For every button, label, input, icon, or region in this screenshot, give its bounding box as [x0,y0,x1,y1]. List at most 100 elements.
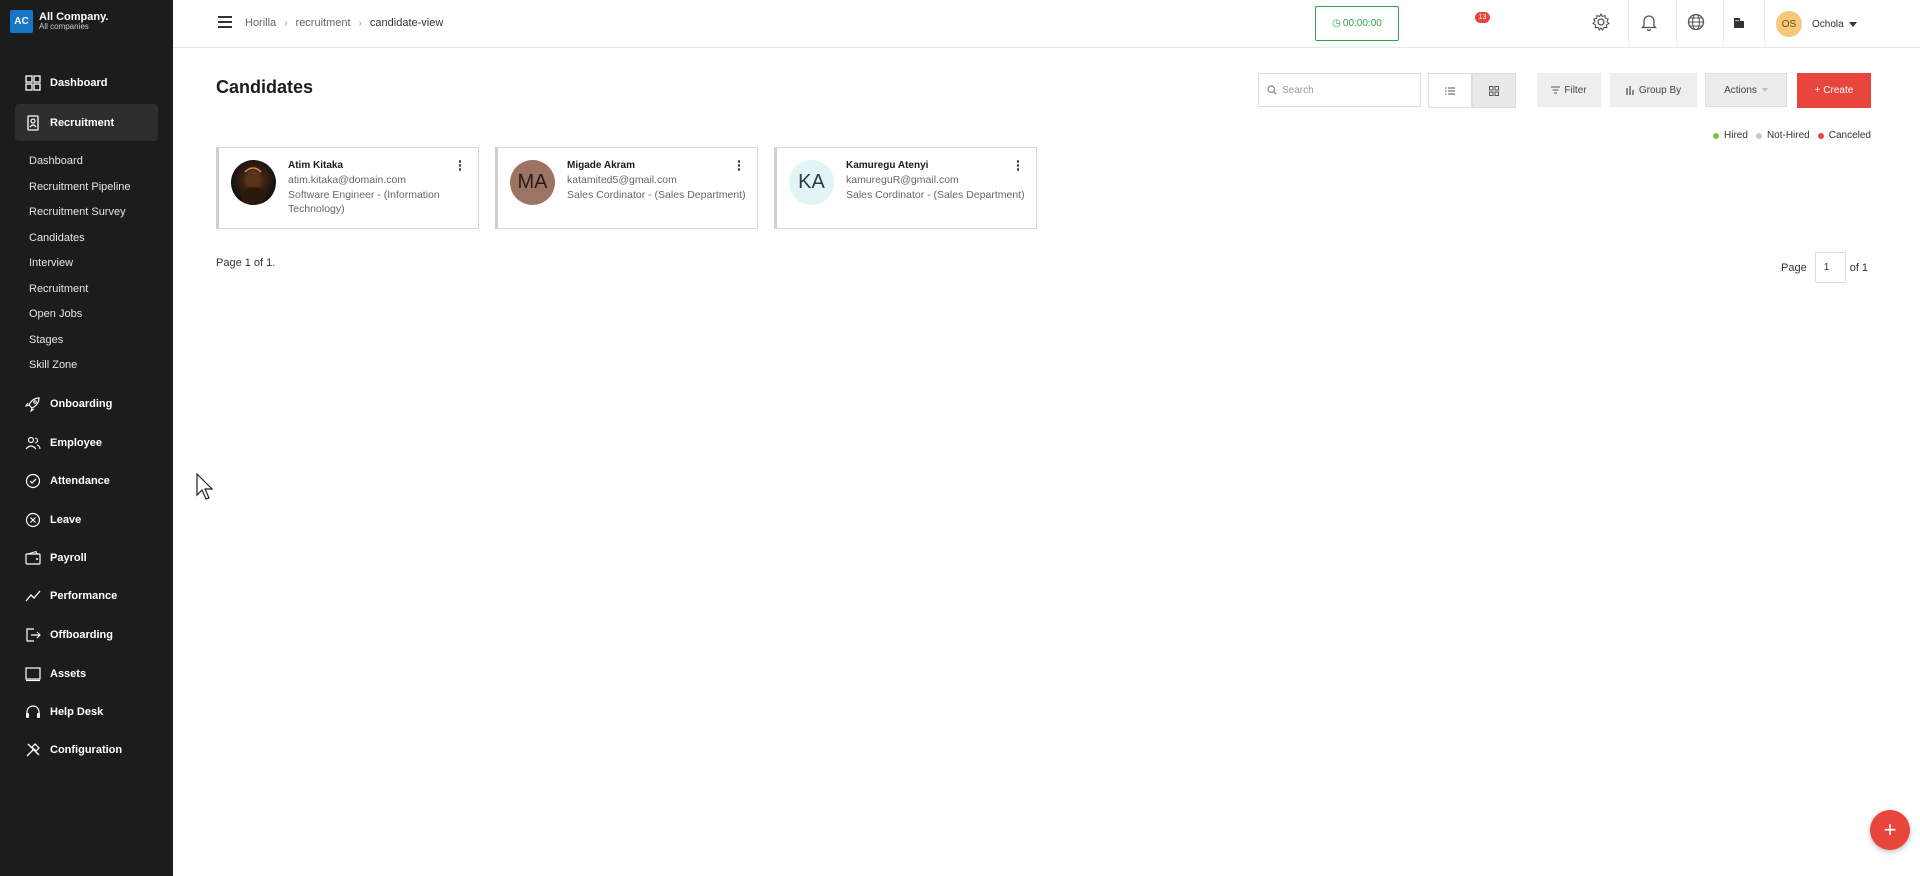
kebab-menu-icon[interactable] [457,160,463,174]
avatar: OS [1776,11,1802,37]
kebab-menu-icon[interactable] [736,160,742,174]
sidebar-item-performance[interactable]: Performance [15,577,158,614]
topbar-divider [1628,0,1629,48]
globe-icon[interactable] [1686,12,1706,32]
tools-icon [26,742,40,756]
sidebar-subitem-open-jobs[interactable]: Open Jobs [29,308,82,320]
sidebar-item-label: Employee [50,436,102,449]
gear-icon[interactable] [1591,12,1611,32]
candidate-email: atim.kitaka@domain.com [288,174,407,186]
exit-icon [26,627,41,642]
quick-add-button[interactable]: + [1870,810,1910,850]
list-icon [1445,87,1455,94]
legend-item-canceled[interactable]: Canceled [1817,130,1871,141]
search-icon [1267,85,1277,95]
breadcrumb-item-recruitment[interactable]: recruitment [296,17,351,29]
candidate-email: kamureguR@gmail.com [846,174,959,186]
notification-badge: 13 [1475,12,1490,23]
candidate-job: Sales Cordinator - (Sales Department) [846,189,1025,201]
filter-button[interactable]: Filter [1537,73,1601,107]
bell-icon[interactable] [1639,12,1659,32]
plus-icon: + [1883,817,1897,842]
list-view-button[interactable] [1428,73,1472,108]
search-input[interactable] [1282,84,1412,96]
breadcrumb-item-current: candidate-view [369,17,444,29]
candidate-photo [231,160,276,205]
candidate-name: Migade Akram [567,160,635,171]
create-button[interactable]: + Create [1797,73,1871,108]
sidebar-item-label: Assets [50,667,87,680]
chevron-right-icon: › [284,17,288,29]
sidebar-item-onboarding[interactable]: Onboarding [15,385,158,422]
topbar-divider [1676,0,1677,48]
legend-label: Canceled [1828,130,1871,141]
sidebar-subitem-recruitment-survey[interactable]: Recruitment Survey [29,206,126,218]
sidebar-item-label: Help Desk [50,705,104,718]
sidebar-item-label: Offboarding [50,628,113,641]
actions-label: Actions [1724,84,1757,96]
sidebar-item-payroll[interactable]: Payroll [15,539,158,576]
sidebar-item-label: Dashboard [50,76,108,89]
topbar-divider [1723,0,1724,48]
sidebar-subitem-recruitment-pipeline[interactable]: Recruitment Pipeline [29,181,131,193]
avatar: MA [510,160,555,205]
company-switcher[interactable]: AC All Company. All companies [10,10,108,33]
legend-item-not-hired[interactable]: Not-Hired [1755,130,1810,141]
sidebar-item-help-desk[interactable]: Help Desk [15,693,158,730]
sidebar-subitem-skill-zone[interactable]: Skill Zone [29,359,77,371]
kebab-menu-icon[interactable] [1015,160,1021,174]
candidate-card[interactable]: MA Migade Akram katamited5@gmail.com Sal… [495,147,758,229]
sidebar-subitem-candidates[interactable]: Candidates [29,232,85,244]
legend-dot [1755,132,1762,139]
sidebar-item-label: Attendance [50,474,110,487]
candidate-card[interactable]: Atim Kitaka atim.kitaka@domain.com Softw… [216,147,479,229]
building-icon[interactable] [1732,15,1746,29]
sidebar-item-assets[interactable]: Assets [15,655,158,692]
avatar: KA [789,160,834,205]
search-box[interactable] [1258,73,1421,107]
sidebar-item-offboarding[interactable]: Offboarding [15,616,158,653]
sidebar-subitem-interview[interactable]: Interview [29,257,73,269]
sidebar: AC All Company. All companies Dashboard … [0,0,173,876]
recruitment-icon [27,114,39,131]
clock-icon: ◷ [1332,18,1341,29]
user-name: Ochola [1812,18,1844,30]
candidate-card[interactable]: KA Kamuregu Atenyi kamureguR@gmail.com S… [774,147,1037,229]
sidebar-item-leave[interactable]: Leave [15,501,158,538]
breadcrumb-item-home[interactable]: Horilla [245,17,276,29]
page-info: Page 1 of 1. [216,257,276,269]
actions-dropdown[interactable]: Actions [1705,73,1787,107]
user-menu[interactable]: OS Ochola [1776,11,1857,37]
page-title: Candidates [216,77,314,97]
page-number-input[interactable]: 1 [1814,252,1846,283]
legend-item-hired[interactable]: Hired [1713,130,1748,141]
check-circle-icon [25,473,41,488]
sidebar-item-employee[interactable]: Employee [15,424,158,461]
headset-icon [26,704,40,718]
company-logo: AC [10,10,33,33]
sidebar-subitem-recruitment[interactable]: Recruitment [29,283,88,295]
legend-dot [1713,132,1720,139]
sidebar-item-configuration[interactable]: Configuration [15,731,158,768]
attendance-timer-button[interactable]: ◷ 00:00:00 [1315,6,1399,41]
company-sub: All companies [39,22,89,32]
rocket-icon [25,396,40,412]
filter-label: Filter [1564,84,1587,96]
filter-icon [1551,86,1561,94]
sidebar-subitem-stages[interactable]: Stages [29,334,63,346]
sidebar-item-dashboard[interactable]: Dashboard [15,64,158,101]
chevron-right-icon: › [358,17,362,29]
menu-toggle-icon[interactable] [218,16,232,28]
sidebar-subitem-dashboard[interactable]: Dashboard [29,155,83,167]
chevron-down-icon [1761,88,1768,92]
card-view-button[interactable] [1472,73,1516,108]
people-icon [25,436,41,449]
sidebar-item-label: Recruitment [50,116,115,129]
sidebar-item-attendance[interactable]: Attendance [15,462,158,499]
sidebar-item-label: Configuration [50,743,123,756]
sidebar-item-recruitment[interactable]: Recruitment [15,104,158,141]
wallet-icon [25,550,41,565]
candidate-job: Sales Cordinator - (Sales Department) [567,189,746,201]
sidebar-item-label: Payroll [50,551,87,564]
group-by-button[interactable]: Group By [1610,73,1697,107]
